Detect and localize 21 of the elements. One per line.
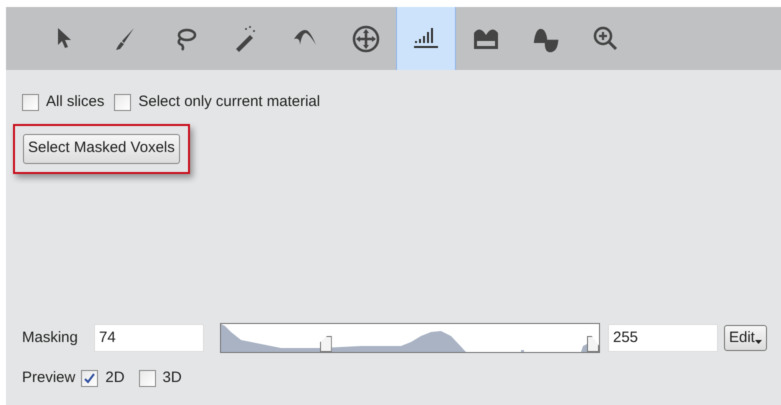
checkbox[interactable]: [81, 370, 98, 386]
check-icon: [84, 372, 96, 384]
select-masked-voxels-button[interactable]: Select Masked Voxels: [23, 134, 180, 164]
high-value: 255: [613, 328, 638, 348]
checkbox[interactable]: [138, 370, 156, 386]
low-value: 74: [99, 328, 116, 348]
high-value-field[interactable]: 255: [608, 324, 718, 352]
preview-label: Preview: [22, 368, 76, 388]
dropdown-icon: [754, 340, 762, 344]
checkbox[interactable]: [22, 94, 39, 111]
edit-button[interactable]: Edit: [724, 325, 767, 351]
checkbox-label: All slices: [46, 92, 104, 112]
high-threshold-handle[interactable]: [587, 336, 599, 352]
checkbox-label: 3D: [162, 368, 182, 388]
tool-button[interactable]: [396, 7, 456, 70]
masking-label: Masking: [22, 328, 79, 348]
checkbox-label: Select only current material: [138, 92, 320, 112]
checkbox[interactable]: [114, 94, 132, 111]
low-threshold-handle[interactable]: [320, 336, 332, 352]
low-value-field[interactable]: 74: [94, 324, 204, 352]
checkbox-label: 2D: [105, 368, 125, 388]
